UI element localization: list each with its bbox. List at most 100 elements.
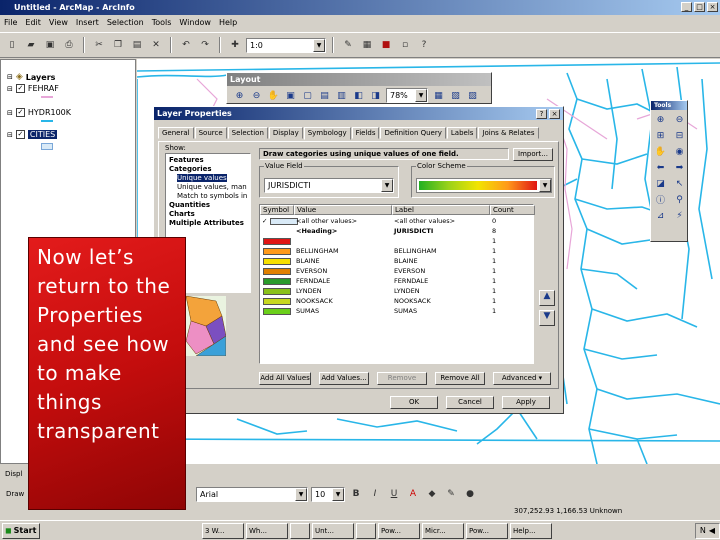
layout-zoom-combo[interactable]: 78% ▼ — [386, 88, 428, 103]
symbol-swatch[interactable] — [263, 258, 291, 265]
taskbar-task[interactable]: Pow... — [378, 522, 420, 539]
advanced-button[interactable]: Advanced ▾ — [493, 372, 551, 385]
zoom-out-icon[interactable]: ⊖ — [250, 89, 263, 102]
symbol-swatch[interactable] — [263, 248, 291, 255]
start-button[interactable]: ◼ Start — [2, 522, 40, 539]
grid-header[interactable]: Label — [392, 205, 490, 215]
chevron-down-icon[interactable]: ▼ — [415, 89, 427, 102]
back-arrow-icon[interactable]: ⬅ — [654, 161, 667, 174]
menu-tools[interactable]: Tools — [152, 15, 172, 31]
collapse-icon[interactable]: ⊟ — [7, 73, 13, 81]
table-row[interactable]: FERNDALE FERNDALE 1 — [260, 277, 533, 286]
table-row[interactable]: LYNDEN LYNDEN 1 — [260, 287, 533, 296]
editor-toolbar-icon[interactable]: ✎ — [340, 37, 356, 53]
zoom-in-icon[interactable]: ⊕ — [233, 89, 246, 102]
back-extent-icon[interactable]: ◧ — [352, 89, 365, 102]
print-icon[interactable]: ⎙ — [61, 37, 77, 53]
find-icon[interactable]: ⚲ — [673, 193, 686, 206]
table-row[interactable]: EVERSON EVERSON 1 — [260, 267, 533, 276]
select-elements-icon[interactable]: ↖ — [673, 177, 686, 190]
tab-source[interactable]: Source — [194, 127, 227, 139]
tab-joins-relates[interactable]: Joins & Relates — [478, 127, 539, 139]
taskbar-task[interactable]: Help... — [510, 522, 552, 539]
new-document-icon[interactable]: ▯ — [4, 37, 20, 53]
command-line-icon[interactable]: ▫ — [397, 37, 413, 53]
row-label[interactable]: EVERSON — [394, 267, 425, 276]
forward-extent-icon[interactable]: ◨ — [369, 89, 382, 102]
collapse-icon[interactable]: ⊟ — [7, 109, 13, 117]
toc-display-tab[interactable]: Displ — [5, 470, 22, 478]
tree-item[interactable]: Features — [169, 156, 247, 165]
pan-icon[interactable]: ✋ — [267, 89, 280, 102]
row-checkbox[interactable]: ✓ — [262, 217, 267, 226]
value-field-select[interactable]: JURISDICTI ▼ — [264, 178, 394, 193]
taskbar-task[interactable]: 3 W... — [202, 522, 244, 539]
toc-layer[interactable]: ⊟ ✓ CITIES — [7, 130, 58, 139]
tab-fields[interactable]: Fields — [351, 127, 380, 139]
select-features-icon[interactable]: ◪ — [654, 177, 667, 190]
tree-item[interactable]: Quantities — [169, 201, 247, 210]
symbol-value-grid[interactable]: Symbol Value Label Count ✓ <all other val… — [259, 204, 535, 364]
help-button[interactable]: ? — [536, 109, 547, 119]
row-label[interactable]: BLAINE — [394, 257, 418, 266]
taskbar-task[interactable]: Micr... — [422, 522, 464, 539]
symbol-swatch[interactable] — [263, 278, 291, 285]
chevron-down-icon[interactable]: ▼ — [313, 38, 325, 52]
menu-help[interactable]: Help — [219, 15, 237, 31]
line-color-icon[interactable]: ✎ — [443, 486, 459, 502]
dialog-close-button[interactable]: × — [549, 109, 560, 119]
fill-color-icon[interactable]: ◆ — [424, 486, 440, 502]
table-row[interactable]: <Heading> JURISDICTI 8 — [260, 227, 533, 236]
full-extent-icon[interactable]: ◉ — [673, 145, 686, 158]
arccatalog-icon[interactable]: ▦ — [359, 37, 375, 53]
arctoolbox-icon[interactable]: ■ — [378, 37, 394, 53]
hyperlink-icon[interactable]: ⚡ — [673, 209, 686, 222]
paste-icon[interactable]: ▤ — [129, 37, 145, 53]
table-row[interactable]: SUMAS SUMAS 1 — [260, 307, 533, 316]
undo-icon[interactable]: ↶ — [178, 37, 194, 53]
remove-all-button[interactable]: Remove All — [435, 372, 485, 385]
toc-layer[interactable]: ⊟ ✓ FEHRAF — [7, 84, 59, 93]
row-label[interactable]: LYNDEN — [394, 287, 420, 296]
measure-icon[interactable]: ⊿ — [654, 209, 667, 222]
apply-button[interactable]: Apply — [502, 396, 550, 409]
chevron-down-icon[interactable]: ▼ — [295, 487, 307, 501]
zoom-whole-page-icon[interactable]: ▣ — [284, 89, 297, 102]
collapse-icon[interactable]: ⊟ — [7, 85, 13, 93]
layer-visibility-checkbox[interactable]: ✓ — [15, 84, 25, 93]
menu-insert[interactable]: Insert — [76, 15, 99, 31]
fixed-zoom-in-icon[interactable]: ▤ — [318, 89, 331, 102]
change-layout-icon[interactable]: ▨ — [466, 89, 479, 102]
collapse-icon[interactable]: ⊟ — [7, 131, 13, 139]
focus-data-frame-icon[interactable]: ▧ — [449, 89, 462, 102]
cancel-button[interactable]: Cancel — [446, 396, 494, 409]
table-row[interactable]: NOOKSACK NOOKSACK 1 — [260, 297, 533, 306]
row-label[interactable]: BELLINGHAM — [394, 247, 437, 256]
row-label[interactable]: SUMAS — [394, 307, 417, 316]
chevron-down-icon[interactable]: ▼ — [332, 487, 344, 501]
add-all-values-button[interactable]: Add All Values — [259, 372, 311, 385]
taskbar-task[interactable]: Unt... — [312, 522, 354, 539]
taskbar-task[interactable]: Wh... — [246, 522, 288, 539]
grid-header[interactable]: Symbol — [260, 205, 294, 215]
row-label[interactable]: FERNDALE — [394, 277, 428, 286]
minimize-button[interactable]: _ — [681, 2, 692, 12]
draw-menu[interactable]: Draw — [6, 490, 30, 498]
menu-edit[interactable]: Edit — [25, 15, 41, 31]
speaker-icon[interactable]: ◀ — [709, 526, 715, 535]
grid-header[interactable]: Value — [294, 205, 392, 215]
symbol-swatch[interactable] — [263, 308, 291, 315]
marker-color-icon[interactable]: ● — [462, 486, 478, 502]
menu-selection[interactable]: Selection — [107, 15, 144, 31]
cut-icon[interactable]: ✂ — [91, 37, 107, 53]
tab-general[interactable]: General — [158, 127, 194, 139]
menu-view[interactable]: View — [49, 15, 68, 31]
delete-icon[interactable]: ✕ — [148, 37, 164, 53]
symbol-swatch[interactable] — [270, 218, 298, 225]
tree-item[interactable]: Match to symbols in a — [169, 192, 247, 201]
zoom-in-icon[interactable]: ⊕ — [654, 113, 667, 126]
pan-icon[interactable]: ✋ — [654, 145, 667, 158]
symbol-swatch[interactable] — [263, 298, 291, 305]
tree-item[interactable]: Categories — [169, 165, 247, 174]
table-row[interactable]: ✓ <all other values> <all other values> 0 — [260, 217, 533, 226]
